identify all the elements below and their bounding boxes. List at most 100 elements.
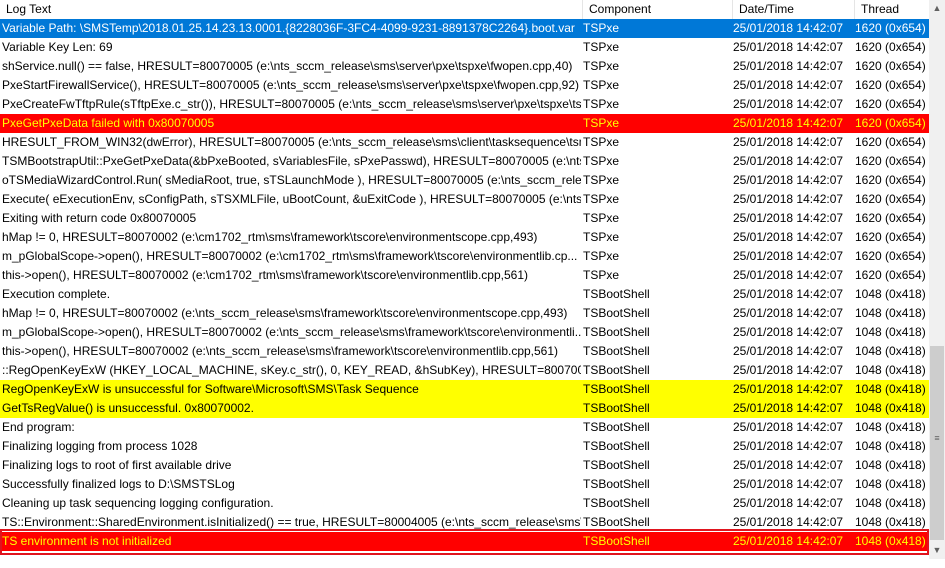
component-cell: TSBootShell [583, 439, 650, 453]
component-cell: TSBootShell [583, 496, 650, 510]
component-cell: TSBootShell [583, 325, 650, 339]
component-cell: TSPxe [583, 97, 620, 111]
log-row[interactable]: Variable Path: \SMSTemp\2018.01.25.14.23… [0, 19, 929, 38]
component-cell: TSBootShell [583, 477, 650, 491]
column-header-log-text[interactable]: Log Text [0, 0, 583, 19]
log-row[interactable]: oTSMediaWizardControl.Run( sMediaRoot, t… [0, 171, 929, 190]
thread-cell: 1048 (0x418) [855, 534, 926, 548]
component-cell: TSBootShell [583, 363, 650, 377]
log-row[interactable]: Finalizing logs to root of first availab… [0, 456, 929, 475]
component-cell: TSBootShell [583, 382, 650, 396]
thread-cell: 1620 (0x654) [855, 154, 926, 168]
datetime-cell: 25/01/2018 14:42:07 [733, 40, 844, 54]
datetime-cell: 25/01/2018 14:42:07 [733, 458, 844, 472]
thread-cell: 1048 (0x418) [855, 401, 926, 415]
thread-cell: 1620 (0x654) [855, 173, 926, 187]
log-row[interactable]: RegOpenKeyExW is unsuccessful for Softwa… [0, 380, 929, 399]
thread-cell: 1048 (0x418) [855, 363, 926, 377]
thread-cell: 1620 (0x654) [855, 249, 926, 263]
log-row[interactable]: TSMBootstrapUtil::PxeGetPxeData(&bPxeBoo… [0, 152, 929, 171]
thread-cell: 1048 (0x418) [855, 515, 926, 529]
thread-cell: 1048 (0x418) [855, 458, 926, 472]
datetime-cell: 25/01/2018 14:42:07 [733, 78, 844, 92]
column-header-thread[interactable]: Thread [855, 0, 929, 19]
log-text-cell: shService.null() == false, HRESULT=80070… [2, 59, 573, 73]
log-row[interactable]: PxeStartFirewallService(), HRESULT=80070… [0, 76, 929, 95]
log-row[interactable]: HRESULT_FROM_WIN32(dwError), HRESULT=800… [0, 133, 929, 152]
log-row[interactable]: GetTsRegValue() is unsuccessful. 0x80070… [0, 399, 929, 418]
datetime-cell: 25/01/2018 14:42:07 [733, 401, 844, 415]
log-row[interactable]: TS::Environment::SharedEnvironment.isIni… [0, 513, 929, 532]
log-row[interactable]: hMap != 0, HRESULT=80070002 (e:\cm1702_r… [0, 228, 929, 247]
log-row[interactable]: this->open(), HRESULT=80070002 (e:\nts_s… [0, 342, 929, 361]
log-rows: Variable Path: \SMSTemp\2018.01.25.14.23… [0, 19, 929, 559]
chevron-up-icon[interactable]: ▲ [929, 0, 945, 17]
log-text-cell: HRESULT_FROM_WIN32(dwError), HRESULT=800… [2, 135, 581, 149]
log-text-cell: Execution complete. [2, 287, 111, 301]
datetime-cell: 25/01/2018 14:42:07 [733, 268, 844, 282]
thread-cell: 1048 (0x418) [855, 496, 926, 510]
datetime-cell: 25/01/2018 14:42:07 [733, 515, 844, 529]
log-row[interactable]: m_pGlobalScope->open(), HRESULT=80070002… [0, 247, 929, 266]
log-text-cell: Variable Key Len: 69 [2, 40, 113, 54]
component-cell: TSBootShell [583, 401, 650, 415]
component-cell: TSPxe [583, 78, 620, 92]
log-row[interactable]: m_pGlobalScope->open(), HRESULT=80070002… [0, 323, 929, 342]
thread-cell: 1048 (0x418) [855, 382, 926, 396]
component-cell: TSPxe [583, 192, 620, 206]
log-text-cell: Execute( eExecutionEnv, sConfigPath, sTS… [2, 192, 581, 206]
log-text-cell: PxeGetPxeData failed with 0x80070005 [2, 116, 215, 130]
datetime-cell: 25/01/2018 14:42:07 [733, 325, 844, 339]
log-text-cell: Variable Path: \SMSTemp\2018.01.25.14.23… [2, 21, 575, 35]
log-text-cell: Finalizing logging from process 1028 [2, 439, 198, 453]
component-cell: TSBootShell [583, 306, 650, 320]
scroll-thumb[interactable]: ≡ [930, 346, 944, 540]
log-row[interactable]: Execution complete. TSBootShell 25/01/2018… [0, 285, 929, 304]
log-text-cell: GetTsRegValue() is unsuccessful. 0x80070… [2, 401, 254, 415]
component-cell: TSBootShell [583, 420, 650, 434]
thread-cell: 1620 (0x654) [855, 192, 926, 206]
log-text-cell: TS::Environment::SharedEnvironment.isIni… [2, 515, 581, 529]
log-row[interactable]: shService.null() == false, HRESULT=80070… [0, 57, 929, 76]
datetime-cell: 25/01/2018 14:42:07 [733, 287, 844, 301]
log-text-cell: m_pGlobalScope->open(), HRESULT=80070002… [2, 325, 581, 339]
log-row[interactable]: Execute( eExecutionEnv, sConfigPath, sTS… [0, 190, 929, 209]
log-row[interactable]: hMap != 0, HRESULT=80070002 (e:\nts_sccm… [0, 304, 929, 323]
component-cell: TSPxe [583, 173, 620, 187]
log-row[interactable]: TS environment is not initialized TSBootS… [0, 532, 929, 551]
log-text-cell: PxeStartFirewallService(), HRESULT=80070… [2, 78, 580, 92]
datetime-cell: 25/01/2018 14:42:07 [733, 496, 844, 510]
log-row[interactable]: Successfully finalized logs to D:\SMSTSL… [0, 475, 929, 494]
log-text-cell: this->open(), HRESULT=80070002 (e:\cm170… [2, 268, 529, 282]
log-row[interactable]: ::RegOpenKeyExW (HKEY_LOCAL_MACHINE, sKe… [0, 361, 929, 380]
log-row[interactable]: PxeGetPxeData failed with 0x80070005 TSPx… [0, 114, 929, 133]
datetime-cell: 25/01/2018 14:42:07 [733, 230, 844, 244]
component-cell: TSBootShell [583, 287, 650, 301]
column-header-datetime[interactable]: Date/Time [733, 0, 855, 19]
log-text-cell: TS environment is not initialized [2, 534, 172, 548]
chevron-down-icon[interactable]: ▼ [929, 542, 945, 559]
component-cell: TSBootShell [583, 458, 650, 472]
log-row[interactable]: this->open(), HRESULT=80070002 (e:\cm170… [0, 266, 929, 285]
thread-cell: 1048 (0x418) [855, 477, 926, 491]
thread-cell: 1620 (0x654) [855, 230, 926, 244]
datetime-cell: 25/01/2018 14:42:07 [733, 382, 844, 396]
log-row[interactable]: Finalizing logging from process 1028 TSBo… [0, 437, 929, 456]
log-row[interactable]: Cleaning up task sequencing logging conf… [0, 494, 929, 513]
log-row[interactable]: PxeCreateFwTftpRule(sTftpExe.c_str()), H… [0, 95, 929, 114]
datetime-cell: 25/01/2018 14:42:07 [733, 439, 844, 453]
log-text-cell: PxeCreateFwTftpRule(sTftpExe.c_str()), H… [2, 97, 581, 111]
log-row[interactable]: End program: TSBootShell 25/01/2018 14:42:… [0, 418, 929, 437]
log-row[interactable]: Exiting with return code 0x80070005 TSPxe… [0, 209, 929, 228]
log-text-cell: m_pGlobalScope->open(), HRESULT=80070002… [2, 249, 578, 263]
datetime-cell: 25/01/2018 14:42:07 [733, 477, 844, 491]
component-cell: TSPxe [583, 230, 620, 244]
vertical-scrollbar[interactable]: ▲ ≡ ▼ [929, 0, 945, 559]
component-cell: TSPxe [583, 268, 620, 282]
datetime-cell: 25/01/2018 14:42:07 [733, 21, 844, 35]
column-header-component[interactable]: Component [583, 0, 733, 19]
log-row[interactable]: Variable Key Len: 69 TSPxe 25/01/2018 14:4… [0, 38, 929, 57]
log-text-cell: End program: [2, 420, 75, 434]
datetime-cell: 25/01/2018 14:42:07 [733, 306, 844, 320]
datetime-cell: 25/01/2018 14:42:07 [733, 534, 844, 548]
